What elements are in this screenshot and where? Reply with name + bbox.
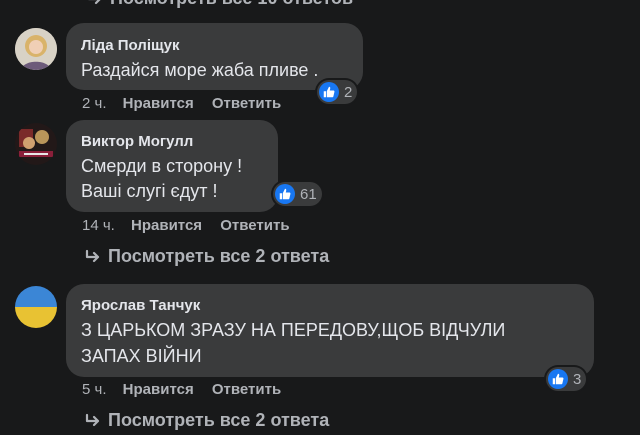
avatar[interactable] <box>15 123 57 165</box>
comment-text-line: ЗАПАХ ВІЙНИ <box>81 346 202 366</box>
comment-time[interactable]: 2 ч. <box>82 95 107 112</box>
comment-text-line: Ваші слугі єдут ! <box>81 181 218 201</box>
dark-photo-icon <box>15 123 57 165</box>
avatar[interactable] <box>15 28 57 70</box>
comment-bubble: Виктор Могулл Смерди в сторону ! Ваші сл… <box>66 120 278 212</box>
comment-text: Раздайся море жаба пливе . <box>81 60 319 80</box>
thumbs-up-icon <box>319 82 339 102</box>
like-button[interactable]: Нравится <box>123 381 194 398</box>
avatar[interactable] <box>15 286 57 328</box>
reply-arrow-icon <box>86 0 104 8</box>
woman-portrait-icon <box>15 28 57 70</box>
comment-bubble: Ліда Поліщук Раздайся море жаба пливе . <box>66 23 363 90</box>
comment-author[interactable]: Виктор Могулл <box>81 133 193 150</box>
reaction-count: 61 <box>300 185 317 203</box>
like-button[interactable]: Нравится <box>123 95 194 112</box>
reply-arrow-icon <box>84 248 102 266</box>
view-replies-link[interactable]: Посмотреть все 2 ответа <box>84 410 329 431</box>
view-replies-link-top[interactable]: Посмотреть все 10 ответов <box>86 0 353 9</box>
comment-time[interactable]: 5 ч. <box>82 381 107 398</box>
reply-arrow-icon <box>84 412 102 430</box>
sky-and-wheat-field-icon <box>15 286 57 328</box>
thumbs-up-icon <box>275 184 295 204</box>
comment-author[interactable]: Ліда Поліщук <box>81 37 180 54</box>
reaction-count: 3 <box>573 370 582 388</box>
view-replies-link[interactable]: Посмотреть все 2 ответа <box>84 246 329 267</box>
like-button[interactable]: Нравится <box>131 217 202 234</box>
comment-bubble: Ярослав Танчук З ЦАРЬКОМ ЗРАЗУ НА ПЕРЕДО… <box>66 284 594 377</box>
comment-actions: 14 ч. Нравится Ответить <box>82 217 290 234</box>
reply-button[interactable]: Ответить <box>212 381 281 398</box>
comment-actions: 5 ч. Нравится Ответить <box>82 381 281 398</box>
reaction-count: 2 <box>344 83 353 101</box>
reply-button[interactable]: Ответить <box>212 95 281 112</box>
reactions-badge[interactable]: 3 <box>546 367 587 391</box>
comment-time[interactable]: 14 ч. <box>82 217 115 234</box>
thumbs-up-icon <box>548 369 568 389</box>
reactions-badge[interactable]: 2 <box>317 80 358 104</box>
reactions-badge[interactable]: 61 <box>273 182 322 206</box>
comment-actions: 2 ч. Нравится Ответить <box>82 95 281 112</box>
reply-button[interactable]: Ответить <box>220 217 289 234</box>
comment-author[interactable]: Ярослав Танчук <box>81 297 200 314</box>
